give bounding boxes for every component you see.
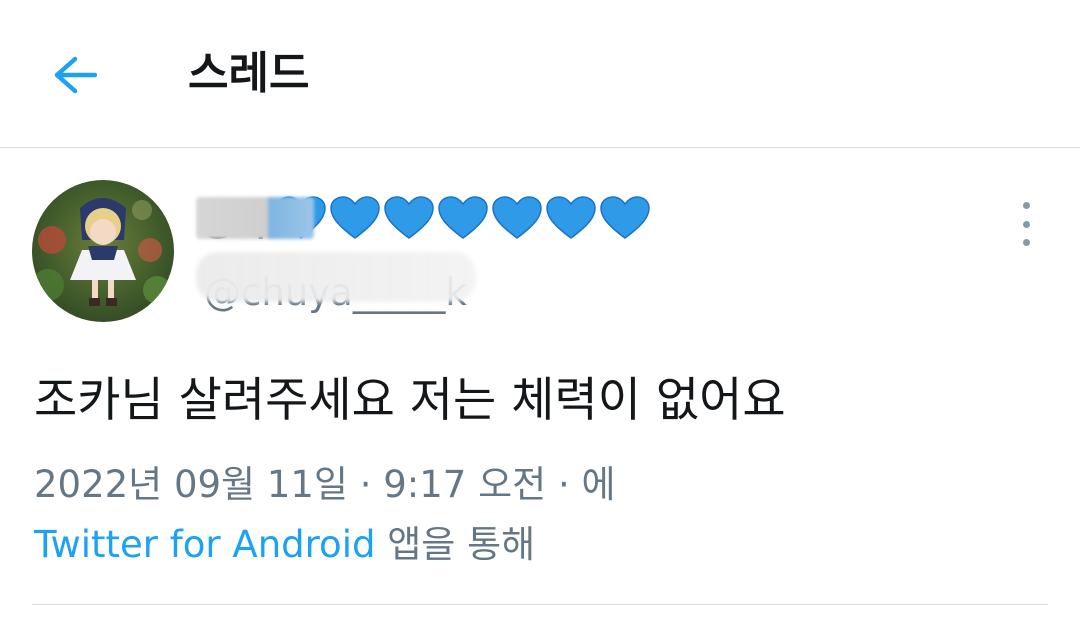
redaction-mark <box>196 196 314 239</box>
source-app-link[interactable]: Twitter for Android <box>34 523 375 566</box>
blue-heart-icon <box>492 196 542 239</box>
redaction-mark <box>196 252 476 302</box>
tweet-detail: 동아 @chuya_____k 조카님 살려주세요 저는 체력이 없어요 202… <box>0 148 1080 634</box>
author-name-row[interactable]: 동아 <box>196 188 652 248</box>
more-options-button[interactable] <box>1008 202 1044 246</box>
tweet-text: 조카님 살려주세요 저는 체력이 없어요 <box>34 373 786 428</box>
source-suffix: 앱을 통해 <box>375 523 536 566</box>
blue-heart-icon <box>546 196 596 239</box>
tweet-source: Twitter for Android 앱을 통해 <box>34 520 535 570</box>
display-name: 동아 <box>196 191 314 246</box>
blue-heart-icon <box>438 196 488 239</box>
tweet-timestamp[interactable]: 2022년 09월 11일 · 9:17 오전 · 에 <box>34 460 616 510</box>
top-app-bar: 스레드 <box>0 0 1080 148</box>
name-emoji-group <box>274 194 652 242</box>
page-title: 스레드 <box>188 48 310 99</box>
blue-heart-icon <box>600 196 650 239</box>
more-vertical-icon <box>1022 202 1030 209</box>
blue-heart-icon <box>330 196 380 239</box>
divider <box>32 604 1048 605</box>
avatar[interactable] <box>32 180 174 322</box>
blue-heart-icon <box>384 196 434 239</box>
back-button[interactable] <box>44 47 104 103</box>
arrow-left-icon <box>54 56 97 94</box>
